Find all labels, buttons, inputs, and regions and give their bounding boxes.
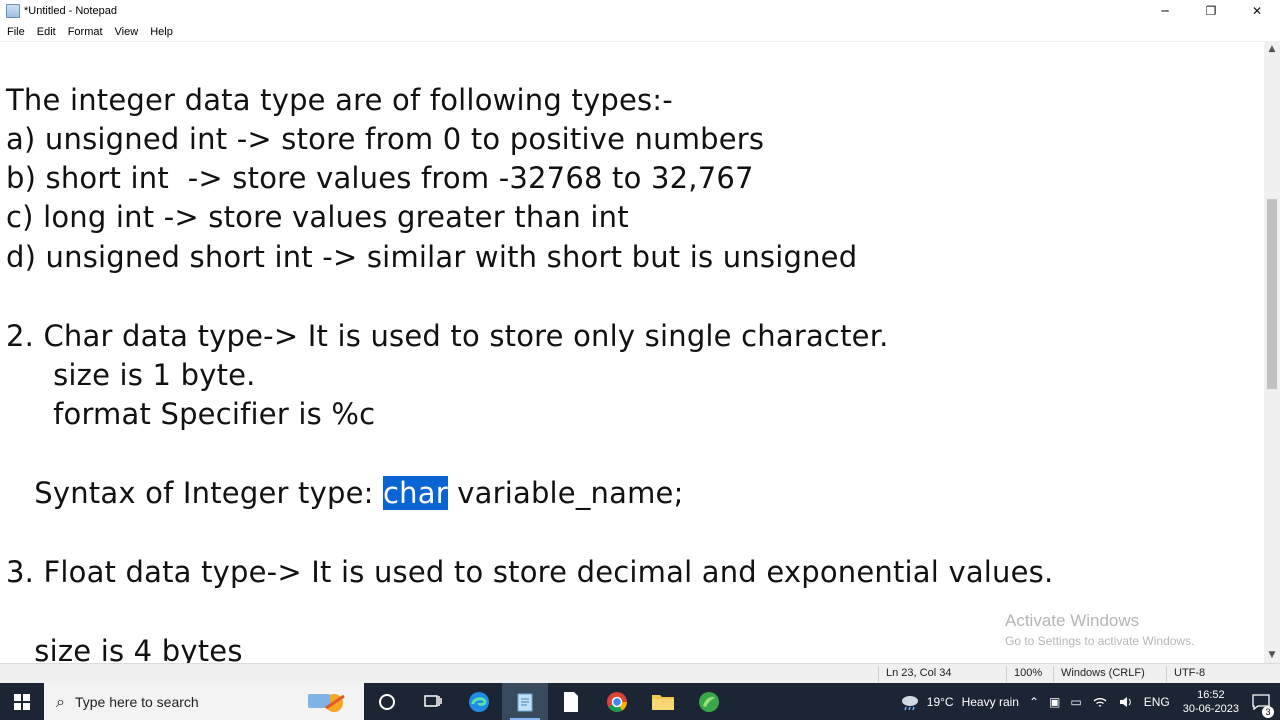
editor-line: d) unsigned short int -> similar with sh… bbox=[6, 240, 858, 274]
editor-line: size is 4 bytes bbox=[6, 634, 243, 663]
task-view-icon[interactable] bbox=[410, 683, 456, 720]
editor-line: a) unsigned int -> store from 0 to posit… bbox=[6, 122, 765, 156]
notification-count-badge: 3 bbox=[1262, 705, 1274, 718]
window-controls: ─ ❐ ✕ bbox=[1142, 0, 1280, 22]
rain-cloud-icon bbox=[901, 695, 918, 710]
weather-text: Heavy rain bbox=[961, 694, 1019, 709]
search-icon: ⌕ bbox=[56, 691, 65, 711]
battery-icon[interactable]: ▭ bbox=[1065, 695, 1086, 709]
watermark-subtitle: Go to Settings to activate Windows. bbox=[1005, 634, 1195, 648]
clock[interactable]: 16:52 30-06-2023 bbox=[1175, 688, 1247, 716]
search-placeholder: Type here to search bbox=[74, 693, 199, 710]
editor-line: b) short int -> store values from -32768… bbox=[6, 161, 754, 195]
vertical-scrollbar[interactable]: ▲ ▼ bbox=[1264, 41, 1280, 663]
syntax-prefix: Syntax of Integer type: bbox=[6, 476, 384, 510]
encoding: UTF-8 bbox=[1174, 667, 1206, 679]
minimize-button[interactable]: ─ bbox=[1142, 0, 1188, 22]
clock-date: 30-06-2023 bbox=[1182, 702, 1239, 715]
title-bar: *Untitled - Notepad ─ ❐ ✕ bbox=[0, 0, 1280, 22]
weather-widget[interactable]: 19°C Heavy rain bbox=[894, 693, 1024, 711]
cursor-position: Ln 23, Col 34 bbox=[886, 667, 952, 679]
cortana-icon[interactable] bbox=[364, 683, 410, 720]
editor-line: The integer data type are of following t… bbox=[6, 83, 673, 117]
wifi-icon[interactable] bbox=[1087, 695, 1113, 709]
edge-browser-icon[interactable] bbox=[456, 683, 502, 720]
notepad-icon bbox=[6, 4, 20, 18]
editor-line: format Specifier is %c bbox=[6, 397, 376, 431]
selected-text: char bbox=[383, 476, 448, 510]
show-hidden-icons-chevron-icon[interactable]: ⌃ bbox=[1024, 695, 1044, 709]
status-divider bbox=[878, 666, 879, 682]
search-highlight-icon bbox=[308, 694, 345, 712]
status-bar: Ln 23, Col 34 100% Windows (CRLF) UTF-8 bbox=[0, 663, 1280, 683]
editor-line: c) long int -> store values greater than… bbox=[6, 200, 629, 234]
window-title: *Untitled - Notepad bbox=[24, 5, 117, 17]
menu-view[interactable]: View bbox=[109, 26, 145, 38]
editor-line: 3. Float data type-> It is used to store… bbox=[6, 555, 1054, 589]
clock-time: 16:52 bbox=[1197, 688, 1225, 701]
status-divider bbox=[1053, 666, 1054, 682]
close-button[interactable]: ✕ bbox=[1234, 0, 1280, 22]
menu-format[interactable]: Format bbox=[62, 26, 109, 38]
menu-edit[interactable]: Edit bbox=[31, 26, 62, 38]
file-explorer-icon[interactable] bbox=[640, 683, 686, 720]
status-divider bbox=[1006, 666, 1007, 682]
zoom-level: 100% bbox=[1014, 667, 1043, 679]
menu-bar: File Edit Format View Help bbox=[0, 22, 1280, 41]
scroll-up-arrow-icon[interactable]: ▲ bbox=[1264, 41, 1280, 57]
editor-line-syntax: Syntax of Integer type: char variable_na… bbox=[6, 476, 684, 510]
file-icon[interactable] bbox=[548, 683, 594, 720]
restore-button[interactable]: ❐ bbox=[1188, 0, 1234, 22]
menu-help[interactable]: Help bbox=[144, 26, 179, 38]
taskbar: ⌕ Type here to search 19°C Heavy rain ⌃ … bbox=[0, 683, 1280, 720]
weather-temp: 19°C bbox=[926, 694, 954, 709]
language-indicator[interactable]: ENG bbox=[1139, 695, 1175, 709]
windows-logo-icon bbox=[14, 693, 30, 710]
notification-center-icon[interactable]: 3 bbox=[1247, 693, 1280, 718]
start-button[interactable] bbox=[0, 683, 44, 720]
chrome-browser-icon[interactable] bbox=[594, 683, 640, 720]
menu-file[interactable]: File bbox=[1, 26, 31, 38]
editor-line: 2. Char data type-> It is used to store … bbox=[6, 319, 889, 353]
watermark-title: Activate Windows bbox=[1005, 611, 1140, 630]
meet-now-icon[interactable]: ▣ bbox=[1044, 695, 1065, 709]
app-icon-green[interactable] bbox=[686, 683, 732, 720]
scroll-down-arrow-icon[interactable]: ▼ bbox=[1264, 647, 1280, 663]
editor-line: size is 1 byte. bbox=[6, 358, 256, 392]
text-editor[interactable]: The integer data type are of following t… bbox=[0, 41, 1264, 663]
system-tray: 19°C Heavy rain ⌃ ▣ ▭ ENG 16:52 30-06-20… bbox=[894, 683, 1280, 720]
line-ending: Windows (CRLF) bbox=[1061, 667, 1145, 679]
volume-icon[interactable] bbox=[1113, 695, 1139, 709]
status-divider bbox=[1166, 666, 1167, 682]
scrollbar-thumb[interactable] bbox=[1267, 199, 1277, 389]
taskbar-search-box[interactable]: ⌕ Type here to search bbox=[44, 683, 364, 720]
activate-windows-watermark: Activate Windows Go to Settings to activ… bbox=[1005, 611, 1194, 648]
syntax-suffix: variable_name; bbox=[447, 476, 684, 510]
notepad-taskbar-icon[interactable] bbox=[502, 683, 548, 720]
